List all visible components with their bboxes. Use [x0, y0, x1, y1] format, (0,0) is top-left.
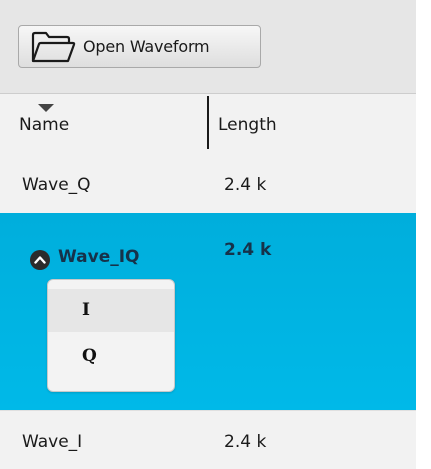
row-length: 2.4 k [224, 240, 272, 260]
table-row[interactable]: Wave_Q 2.4 k [0, 159, 416, 213]
waveform-panel: Open Waveform Name Length Wave_Q 2.4 k W… [0, 0, 416, 469]
collapse-icon[interactable] [30, 250, 50, 270]
table-row-selected[interactable]: Wave_IQ 2.4 k I Q [0, 213, 416, 410]
channel-item-q[interactable]: Q [48, 335, 174, 378]
toolbar: Open Waveform [0, 0, 416, 94]
open-waveform-button[interactable]: Open Waveform [18, 25, 261, 68]
folder-open-icon [31, 31, 76, 63]
column-header-name[interactable]: Name [19, 115, 69, 135]
panel-margin [416, 0, 431, 469]
open-waveform-label: Open Waveform [83, 37, 210, 56]
channel-list: I Q [47, 279, 175, 392]
row-name: Wave_Q [22, 175, 91, 195]
channel-label: I [82, 300, 90, 320]
row-name: Wave_I [22, 432, 83, 452]
column-resize-handle[interactable] [207, 96, 209, 149]
row-name: Wave_IQ [58, 247, 140, 267]
row-length: 2.4 k [224, 432, 267, 452]
channel-label: Q [82, 346, 97, 366]
table-row[interactable]: Wave_I 2.4 k [0, 410, 416, 469]
waveform-browser: Open Waveform Name Length Wave_Q 2.4 k W… [0, 0, 431, 469]
sort-descending-icon[interactable] [38, 104, 54, 112]
row-length: 2.4 k [224, 175, 267, 195]
channel-item-i[interactable]: I [48, 289, 174, 332]
column-header-length[interactable]: Length [218, 115, 277, 135]
